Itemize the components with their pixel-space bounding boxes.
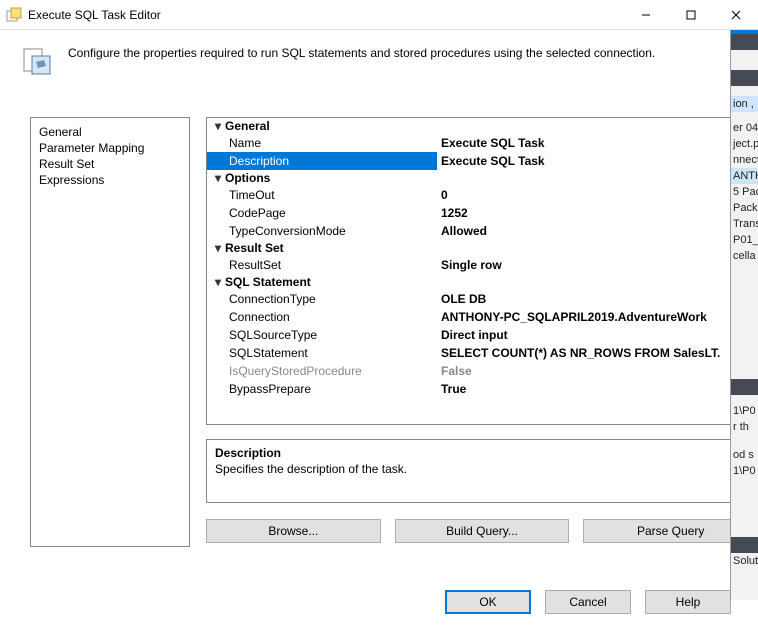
property-row[interactable]: SQLSourceType Direct input (207, 326, 757, 344)
description-panel: Description Specifies the description of… (206, 439, 758, 503)
property-label: Name (207, 134, 437, 152)
property-label: ResultSet (207, 256, 437, 274)
property-row[interactable]: BypassPrepare True (207, 380, 757, 398)
grid-button-row: Browse... Build Query... Parse Query (206, 519, 758, 543)
property-row[interactable]: ConnectionType OLE DB (207, 290, 757, 308)
property-label: CodePage (207, 204, 437, 222)
property-label: BypassPrepare (207, 380, 437, 398)
build-query-button[interactable]: Build Query... (395, 519, 570, 543)
background-window-fragment: ion , er 04 ject.p nnect ANTH 5 Pac Pack… (730, 30, 758, 600)
property-value[interactable]: SELECT COUNT(*) AS NR_ROWS FROM SalesLT. (437, 344, 757, 362)
bg-text: cella (731, 248, 758, 264)
property-row[interactable]: Connection ANTHONY-PC_SQLAPRIL2019.Adven… (207, 308, 757, 326)
help-button[interactable]: Help (645, 590, 731, 614)
maximize-button[interactable] (668, 0, 713, 29)
property-label: TimeOut (207, 186, 437, 204)
header-description: Configure the properties required to run… (68, 44, 738, 60)
nav-item-result-set[interactable]: Result Set (31, 156, 189, 172)
bg-text: nnect (731, 152, 758, 168)
property-value[interactable]: Execute SQL Task (437, 152, 757, 170)
minimize-button[interactable] (623, 0, 668, 29)
bg-text: od s (731, 447, 758, 463)
property-value[interactable]: Allowed (437, 222, 757, 240)
bg-text: ion , (731, 96, 758, 112)
bg-text: Solut (731, 553, 758, 569)
bg-text: er 04 (731, 120, 758, 136)
property-row[interactable]: TypeConversionMode Allowed (207, 222, 757, 240)
property-label: SQLSourceType (207, 326, 437, 344)
property-label: Description (207, 152, 437, 170)
dialog-footer: OK Cancel Help (445, 590, 731, 614)
nav-item-expressions[interactable]: Expressions (31, 172, 189, 188)
bg-text: 1\P0 (731, 463, 758, 479)
category-label: Options (225, 171, 270, 185)
chevron-down-icon: ▾ (211, 171, 225, 185)
description-text: Specifies the description of the task. (215, 462, 749, 476)
bg-text: ject.p (731, 136, 758, 152)
property-row[interactable]: Name Execute SQL Task (207, 134, 757, 152)
property-row[interactable]: ResultSet Single row (207, 256, 757, 274)
header-section: Configure the properties required to run… (0, 30, 758, 82)
property-label: IsQueryStoredProcedure (207, 362, 437, 380)
property-value: False (437, 362, 757, 380)
description-title: Description (215, 446, 749, 460)
property-value[interactable]: 1252 (437, 204, 757, 222)
category-options[interactable]: ▾ Options (207, 170, 757, 186)
property-value[interactable]: ANTHONY-PC_SQLAPRIL2019.AdventureWork (437, 308, 757, 326)
bg-text: ANTH (731, 168, 758, 184)
property-value[interactable]: OLE DB (437, 290, 757, 308)
property-label: ConnectionType (207, 290, 437, 308)
bg-text: 1\P0 (731, 403, 758, 419)
property-row: IsQueryStoredProcedure False (207, 362, 757, 380)
category-result-set[interactable]: ▾ Result Set (207, 240, 757, 256)
property-value[interactable]: Execute SQL Task (437, 134, 757, 152)
category-label: Result Set (225, 241, 284, 255)
window-title: Execute SQL Task Editor (28, 8, 623, 22)
property-row[interactable]: CodePage 1252 (207, 204, 757, 222)
category-label: General (225, 119, 270, 133)
category-general[interactable]: ▾ General (207, 118, 757, 134)
bg-text: r th (731, 419, 758, 435)
cancel-button[interactable]: Cancel (545, 590, 631, 614)
browse-button[interactable]: Browse... (206, 519, 381, 543)
property-row[interactable]: Description Execute SQL Task (207, 152, 757, 170)
chevron-down-icon: ▾ (211, 275, 225, 289)
app-icon (6, 7, 22, 23)
property-value[interactable]: True (437, 380, 757, 398)
property-value[interactable]: 0 (437, 186, 757, 204)
nav-item-general[interactable]: General (31, 124, 189, 140)
category-label: SQL Statement (225, 275, 311, 289)
category-sql-statement[interactable]: ▾ SQL Statement (207, 274, 757, 290)
bg-text: P01_I (731, 232, 758, 248)
chevron-down-icon: ▾ (211, 119, 225, 133)
ok-button[interactable]: OK (445, 590, 531, 614)
property-label: TypeConversionMode (207, 222, 437, 240)
close-button[interactable] (713, 0, 758, 29)
property-grid[interactable]: ▾ General Name Execute SQL Task Descript… (206, 117, 758, 425)
property-value[interactable]: Direct input (437, 326, 757, 344)
property-label: SQLStatement (207, 344, 437, 362)
chevron-down-icon: ▾ (211, 241, 225, 255)
bg-text: 5 Pac (731, 184, 758, 200)
property-row[interactable]: TimeOut 0 (207, 186, 757, 204)
task-icon (20, 44, 52, 76)
title-bar: Execute SQL Task Editor (0, 0, 758, 30)
property-value[interactable]: Single row (437, 256, 757, 274)
bg-text: Trans (731, 216, 758, 232)
property-label: Connection (207, 308, 437, 326)
nav-item-parameter-mapping[interactable]: Parameter Mapping (31, 140, 189, 156)
property-row[interactable]: SQLStatement SELECT COUNT(*) AS NR_ROWS … (207, 344, 757, 362)
bg-text: Pack (731, 200, 758, 216)
navigation-panel: General Parameter Mapping Result Set Exp… (30, 117, 190, 547)
